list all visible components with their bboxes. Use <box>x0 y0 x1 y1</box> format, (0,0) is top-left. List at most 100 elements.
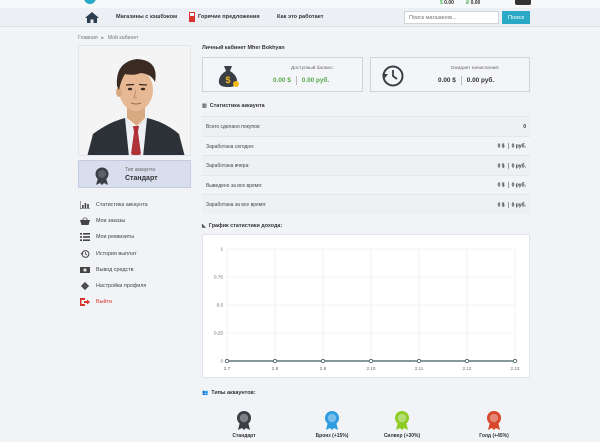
users-icon: 👥 <box>202 390 209 396</box>
stats-row-rub: 0 руб. <box>511 163 526 170</box>
chart-ytick-label: 1 <box>220 247 223 252</box>
medal-icon <box>237 411 251 430</box>
medal-icon <box>395 411 409 430</box>
available-balance-usd: 0.00 $ <box>273 77 291 85</box>
menu-item-orders[interactable]: Мои заказы <box>80 213 190 229</box>
divider <box>507 162 509 169</box>
navbar: Магазины с кэшбэком Горячие предложения … <box>0 8 600 27</box>
pending-balance-card: Ожидает начисления: 0.00 $ 0.00 руб. <box>370 57 530 92</box>
top-balance-1-value: 0.00 <box>444 0 454 6</box>
stats-row-value: 0 <box>523 124 526 130</box>
pending-balance-usd: 0.00 $ <box>438 77 456 85</box>
chart-data-point <box>320 358 326 364</box>
stats-row-rub: 0 руб. <box>511 202 526 209</box>
chart-xtick-label: 2.13 <box>511 366 520 371</box>
available-balance-values: 0.00 $ 0.00 руб. <box>273 76 329 85</box>
chart-ytick-label: 0.75 <box>214 275 223 280</box>
profile-avatar <box>78 45 191 156</box>
nav-link-cashback-stores[interactable]: Магазины с кэшбэком <box>116 14 177 20</box>
list-icon <box>80 233 90 242</box>
divider <box>295 76 297 85</box>
menu-item-payout-history-label: История выплат <box>96 250 137 257</box>
types-title-text: Типы аккаунтов: <box>211 390 256 396</box>
chart-data-point <box>512 358 518 364</box>
chart-ytick-label: 0.25 <box>214 331 223 336</box>
divider <box>507 143 509 150</box>
chart-xtick-label: 2.8 <box>272 366 279 371</box>
menu-item-profile-settings-label: Настройки профиля <box>96 283 147 290</box>
chart-xtick-label: 2.7 <box>224 366 231 371</box>
medal-icon <box>325 411 339 430</box>
stats-row-label: Заработана сегодня: <box>206 143 255 150</box>
pending-balance-rub: 0.00 руб. <box>466 77 495 85</box>
stats-row-usd: 0 $ <box>497 143 505 150</box>
stats-row-label: Всего сделано покупок: <box>206 124 261 130</box>
menu-item-stats[interactable]: Статистика аккаунта <box>80 197 190 213</box>
stats-row-rub: 0 руб. <box>511 182 526 189</box>
account-type-label: Бронз (+15%) <box>315 433 349 439</box>
chart-data-point <box>224 358 230 364</box>
user-avatar-small[interactable] <box>515 0 531 5</box>
menu-item-withdraw[interactable]: Вывод средств <box>80 262 190 278</box>
menu-item-payout-history[interactable]: История выплат <box>80 246 190 262</box>
account-type-label: Силвер (+30%) <box>383 433 421 439</box>
medal-icon <box>487 411 501 430</box>
menu-item-logout[interactable]: Выйти <box>80 294 190 310</box>
divider <box>460 76 462 85</box>
money-icon <box>80 266 90 274</box>
chart-title-text: График статистики дохода: <box>208 223 283 229</box>
divider <box>507 182 509 189</box>
chart-data-point <box>416 358 422 364</box>
nav-link-how-it-works[interactable]: Как это работает <box>277 14 324 20</box>
chart-xtick-label: 2.10 <box>367 366 376 371</box>
account-type-card: Тип аккаунта Стандарт <box>78 160 191 188</box>
bar-chart-icon <box>80 201 90 210</box>
divider <box>507 201 509 208</box>
stats-row-value: 0 $ 0 руб. <box>498 162 526 170</box>
profile-avatar-illustration <box>79 46 190 155</box>
stats-row-value: 0 $ 0 руб. <box>498 182 526 189</box>
stats-row: Заработана сегодня: 0 $ 0 руб. <box>202 135 530 156</box>
svg-text:$: $ <box>225 75 230 85</box>
stats-row-usd: 0 $ <box>497 202 505 209</box>
search-button[interactable]: Поиск <box>502 11 530 24</box>
available-balance-rub: 0.00 руб. <box>301 77 330 85</box>
chart-section-title: ◣ График статистики дохода: <box>202 223 282 229</box>
chart-data-point <box>272 358 278 364</box>
menu-item-withdraw-label: Вывод средств <box>96 266 134 273</box>
chart-ytick-label: 0 <box>220 359 223 364</box>
account-type-label: Стандарт <box>232 433 256 439</box>
income-chart: 0 0.25 0.5 0.75 1 2.7 2.8 2.9 2.10 2.11 2.12 2.13 <box>202 234 530 378</box>
stats-row: Всего сделано покупок: 0 <box>202 116 530 136</box>
cabinet-title: Личный кабинет Mher Bokhyan <box>202 45 285 51</box>
search-input[interactable] <box>404 11 499 24</box>
menu-item-profile-settings[interactable]: Настройки профиля <box>80 278 190 294</box>
menu-item-requisites[interactable]: Мои реквизиты <box>80 229 190 245</box>
logout-icon <box>80 298 90 307</box>
logo[interactable] <box>84 0 96 4</box>
menu-item-logout-label: Выйти <box>96 299 112 306</box>
stats-row-label: Заработана за все время: <box>206 202 267 209</box>
chart-xtick-label: 2.9 <box>320 366 327 371</box>
available-balance-card: $ Доступный баланс: 0.00 $ 0.00 руб. <box>202 57 363 92</box>
account-type-value: Стандарт <box>125 175 158 182</box>
history-icon <box>80 249 90 258</box>
types-section-title: 👥 Типы аккаунтов: <box>202 390 256 396</box>
menu-item-orders-label: Мои заказы <box>96 218 126 225</box>
fire-icon <box>189 12 195 22</box>
gear-icon <box>80 282 90 291</box>
home-icon[interactable] <box>84 11 100 24</box>
stats-row: Заработана за все время: 0 $ 0 руб. <box>202 194 530 214</box>
pending-balance-label: Ожидает начисления: <box>450 66 500 71</box>
stats-row-label: Выведено за все время: <box>206 182 263 189</box>
breadcrumb-current: Мой кабинет <box>107 35 139 41</box>
breadcrumb-home[interactable]: Главная <box>78 35 98 41</box>
nav-link-hot-offers[interactable]: Горячие предложения <box>198 14 260 20</box>
top-balance-1: $ 0.00 <box>440 0 454 6</box>
bar-chart-icon: ▥ <box>202 103 207 109</box>
available-balance-label: Доступный баланс: <box>291 66 334 71</box>
stats-row-value: 0 $ 0 руб. <box>498 143 526 149</box>
top-strip: $ 0.00 ₽ 0.00 <box>0 0 600 8</box>
breadcrumb-separator-icon: ► <box>100 35 105 40</box>
chart-xtick-label: 2.12 <box>463 366 472 371</box>
